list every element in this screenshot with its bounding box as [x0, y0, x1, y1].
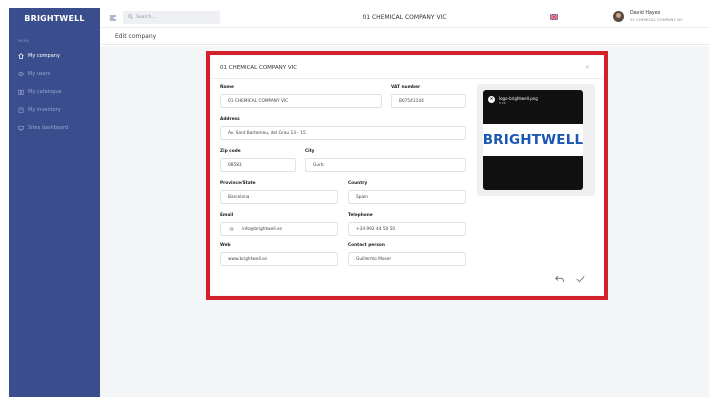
eye-icon	[18, 71, 24, 77]
sidebar-item-sites-dashboard[interactable]: Sites dashboard	[9, 119, 100, 137]
sidebar-item-label: My company	[28, 53, 60, 59]
sidebar-item-label: My catalogue	[28, 89, 62, 95]
menu-label: MENU	[18, 39, 30, 43]
sidebar-item-label: My users	[28, 71, 51, 77]
sidebar-item-my-users[interactable]: My users	[9, 65, 100, 83]
page-header: Edit company	[100, 29, 709, 45]
avatar	[613, 11, 624, 22]
sidebar-item-my-inventory[interactable]: My inventory	[9, 101, 100, 119]
nav-list: My company My users My catalogue My inve…	[9, 47, 100, 137]
user-menu[interactable]: David Hayes 01 CHEMICAL COMPANY VIC	[613, 11, 683, 22]
monitor-icon	[18, 125, 24, 131]
brand-logo[interactable]: BRIGHTWELL	[9, 8, 100, 28]
sidebar: BRIGHTWELL MENU My company My users My c…	[9, 8, 100, 397]
top-bar: Search... 01 CHEMICAL COMPANY VIC David …	[100, 8, 709, 28]
sidebar-item-label: Sites dashboard	[28, 125, 69, 131]
uk-flag-icon[interactable]	[549, 13, 559, 21]
sidebar-item-label: My inventory	[28, 107, 61, 113]
home-icon	[18, 53, 24, 59]
page-title: Edit company	[115, 33, 157, 40]
highlight-frame	[206, 51, 608, 300]
sidebar-item-my-company[interactable]: My company	[9, 47, 100, 65]
book-icon	[18, 89, 24, 95]
user-company: 01 CHEMICAL COMPANY VIC	[630, 16, 684, 22]
clipboard-icon	[18, 107, 24, 113]
sidebar-item-my-catalogue[interactable]: My catalogue	[9, 83, 100, 101]
